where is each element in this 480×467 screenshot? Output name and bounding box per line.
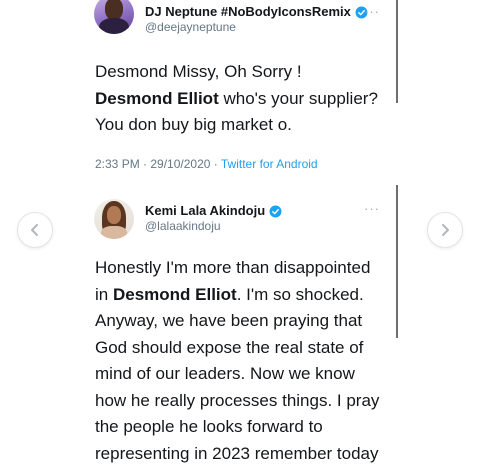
tweet-date: 29/10/2020 xyxy=(150,157,210,171)
tweet-text-line: Desmond Elliot who's your supplier? xyxy=(95,86,390,113)
tweet-text-segment: mind of our leaders. Now we know xyxy=(95,364,355,383)
author-name-text: Kemi Lala Akindoju xyxy=(145,203,265,219)
tweet-text-segment: You don buy big market o. xyxy=(95,115,292,134)
scrollbar[interactable] xyxy=(396,0,398,103)
tweet-text: Desmond Missy, Oh Sorry ! Desmond Elliot … xyxy=(95,59,390,139)
chevron-right-icon xyxy=(438,223,452,237)
tweet-text-bold: Desmond Elliot xyxy=(113,285,237,304)
tweet-text-segment: Desmond Missy, Oh Sorry ! xyxy=(95,62,302,81)
tweet-author[interactable]: Kemi Lala Akindoju @lalaakindoju xyxy=(94,199,282,239)
more-options-icon[interactable]: ··· xyxy=(364,8,380,16)
tweet-time: 2:33 PM xyxy=(95,157,140,171)
tweet-text-segment: who's your supplier? xyxy=(219,89,378,108)
tweet-text-line: in Desmond Elliot. I'm so shocked. xyxy=(95,282,390,309)
tweet-text: Honestly I'm more than disappointed in De… xyxy=(95,255,390,467)
meta-separator: · xyxy=(210,157,220,171)
tweet-source-link[interactable]: Twitter for Android xyxy=(221,157,318,171)
tweet-card[interactable]: Kemi Lala Akindoju @lalaakindoju ··· Hon… xyxy=(80,185,398,466)
tweet-text-segment: in xyxy=(95,285,113,304)
tweet-text-segment: Anyway, we have been praying that xyxy=(95,311,362,330)
tweet-text-segment: how he really processes things. I pray xyxy=(95,391,379,410)
tweet-text-line: the people he looks forward to xyxy=(95,414,390,441)
tweet-text-line: Desmond Missy, Oh Sorry ! xyxy=(95,59,390,86)
tweet-meta: 2:33 PM · 29/10/2020 · Twitter for Andro… xyxy=(95,157,318,171)
tweet-text-segment: the people he looks forward to xyxy=(95,417,323,436)
author-handle[interactable]: @lalaakindoju xyxy=(145,219,282,234)
tweet-text-line: mind of our leaders. Now we know xyxy=(95,361,390,388)
author-display-name[interactable]: DJ Neptune #NoBodyIconsRemix xyxy=(145,4,368,20)
meta-separator: · xyxy=(140,157,151,171)
verified-badge-icon xyxy=(269,205,282,218)
tweet-text-line: Honestly I'm more than disappointed xyxy=(95,255,390,282)
tweet-text-segment: God should expose the real state of xyxy=(95,338,363,357)
tweet-text-segment: . I'm so shocked. xyxy=(237,285,364,304)
author-handle[interactable]: @deejayneptune xyxy=(145,20,368,35)
carousel-prev-button[interactable] xyxy=(17,212,53,248)
tweet-text-line: God should expose the real state of xyxy=(95,335,390,362)
tweet-text-segment: representing in 2023 remember today xyxy=(95,444,379,463)
tweet-text-bold: Desmond Elliot xyxy=(95,89,219,108)
tweet-text-segment: Honestly I'm more than disappointed xyxy=(95,258,370,277)
more-options-icon[interactable]: ··· xyxy=(364,205,380,213)
tweet-text-line: how he really processes things. I pray xyxy=(95,388,390,415)
tweet-text-line: Anyway, we have been praying that xyxy=(95,308,390,335)
chevron-left-icon xyxy=(28,223,42,237)
scrollbar[interactable] xyxy=(396,185,398,338)
tweet-card[interactable]: DJ Neptune #NoBodyIconsRemix @deejaynept… xyxy=(80,0,398,150)
tweet-text-line: representing in 2023 remember today xyxy=(95,441,390,467)
avatar[interactable] xyxy=(94,0,134,34)
author-name-text: DJ Neptune #NoBodyIconsRemix xyxy=(145,4,351,20)
tweet-author[interactable]: DJ Neptune #NoBodyIconsRemix @deejaynept… xyxy=(94,0,368,35)
tweet-text-line: You don buy big market o. xyxy=(95,112,390,139)
carousel-next-button[interactable] xyxy=(427,212,463,248)
avatar[interactable] xyxy=(94,199,134,239)
author-display-name[interactable]: Kemi Lala Akindoju xyxy=(145,203,282,219)
